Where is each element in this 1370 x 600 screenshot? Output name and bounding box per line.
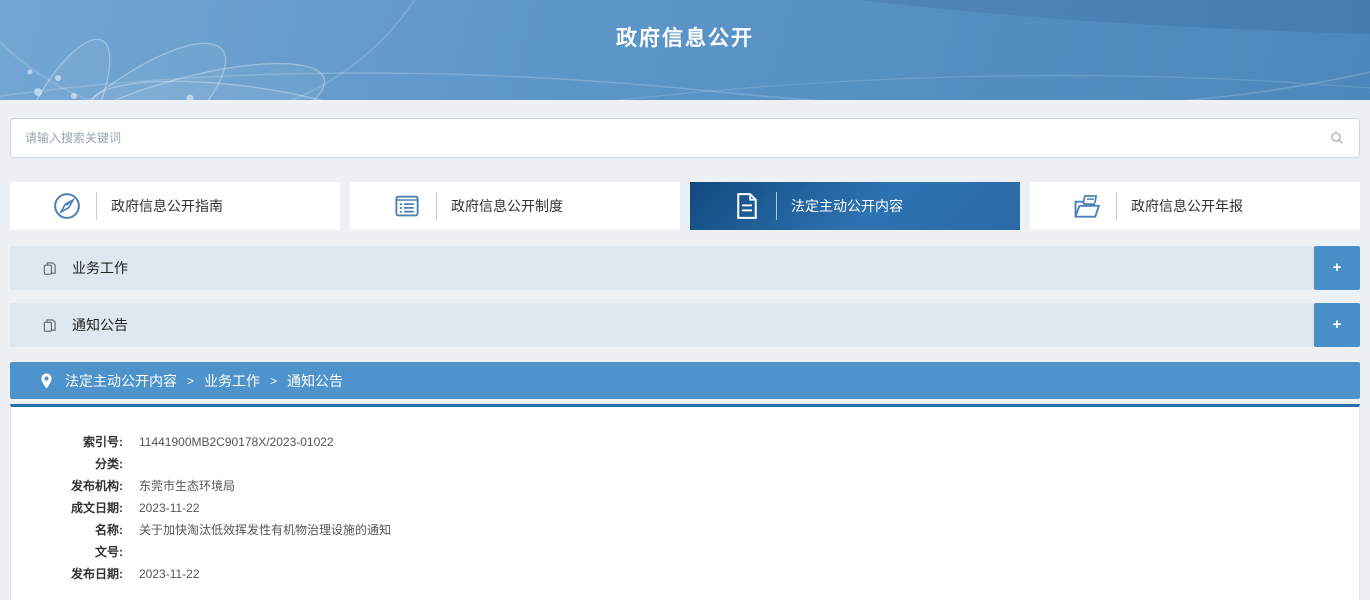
search-bar	[10, 118, 1360, 158]
tab-label: 政府信息公开指南	[111, 196, 223, 216]
tab-label: 政府信息公开制度	[451, 196, 563, 216]
page-title: 政府信息公开	[0, 22, 1370, 52]
divider	[1116, 192, 1117, 220]
detail-label: 成文日期:	[11, 497, 123, 519]
tab-system[interactable]: 政府信息公开制度	[350, 182, 680, 230]
detail-panel: 索引号: 11441900MB2C90178X/2023-01022 分类: 发…	[10, 404, 1360, 600]
detail-value: 2023-11-22	[139, 497, 200, 519]
content: 政府信息公开指南	[0, 118, 1370, 600]
tab-annual-report[interactable]: 政府信息公开年报	[1030, 182, 1360, 230]
accordion-business-work[interactable]: 业务工作 +	[10, 246, 1360, 290]
pages-icon	[42, 261, 57, 276]
pages-icon	[42, 318, 57, 333]
accordion-notices[interactable]: 通知公告 +	[10, 303, 1360, 347]
detail-value: 东莞市生态环境局	[139, 475, 235, 497]
detail-row: 分类:	[11, 453, 1359, 475]
detail-row: 发布机构: 东莞市生态环境局	[11, 475, 1359, 497]
expand-button[interactable]: +	[1314, 303, 1360, 347]
notebook-icon	[392, 191, 422, 221]
accordion-label: 业务工作	[72, 258, 128, 278]
detail-row: 发布日期: 2023-11-22	[11, 563, 1359, 585]
detail-row: 索引号: 11441900MB2C90178X/2023-01022	[11, 431, 1359, 453]
detail-label: 发布日期:	[11, 563, 123, 585]
breadcrumb-separator: >	[270, 374, 277, 388]
tab-statutory-content[interactable]: 法定主动公开内容	[690, 182, 1020, 230]
divider	[96, 192, 97, 220]
tab-label: 法定主动公开内容	[791, 196, 903, 216]
tab-guide[interactable]: 政府信息公开指南	[10, 182, 340, 230]
detail-row: 文号:	[11, 541, 1359, 563]
detail-value: 2023-11-22	[139, 563, 200, 585]
breadcrumb: 法定主动公开内容 > 业务工作 > 通知公告	[10, 362, 1360, 399]
folder-icon	[1072, 191, 1102, 221]
search-button[interactable]	[1318, 122, 1356, 154]
breadcrumb-separator: >	[187, 374, 194, 388]
document-icon	[732, 191, 762, 221]
detail-value: 11441900MB2C90178X/2023-01022	[139, 431, 334, 453]
search-input[interactable]	[10, 118, 1360, 158]
tab-label: 政府信息公开年报	[1131, 196, 1243, 216]
divider	[436, 192, 437, 220]
location-pin-icon	[40, 373, 53, 389]
search-icon	[1329, 130, 1345, 146]
detail-label: 名称:	[11, 519, 123, 541]
detail-row: 名称: 关于加快淘汰低效挥发性有机物治理设施的通知	[11, 519, 1359, 541]
detail-row: 成文日期: 2023-11-22	[11, 497, 1359, 519]
detail-label: 文号:	[11, 541, 123, 563]
accordion-label: 通知公告	[72, 315, 128, 335]
breadcrumb-item[interactable]: 法定主动公开内容	[65, 371, 177, 391]
detail-label: 发布机构:	[11, 475, 123, 497]
detail-label: 索引号:	[11, 431, 123, 453]
breadcrumb-item[interactable]: 通知公告	[287, 371, 343, 391]
detail-label: 分类:	[11, 453, 123, 475]
breadcrumb-item[interactable]: 业务工作	[204, 371, 260, 391]
compass-icon	[52, 191, 82, 221]
tab-bar: 政府信息公开指南	[10, 182, 1360, 230]
detail-value: 关于加快淘汰低效挥发性有机物治理设施的通知	[139, 519, 391, 541]
expand-button[interactable]: +	[1314, 246, 1360, 290]
divider	[776, 192, 777, 220]
banner: 政府信息公开	[0, 0, 1370, 100]
page: 政府信息公开	[0, 0, 1370, 600]
